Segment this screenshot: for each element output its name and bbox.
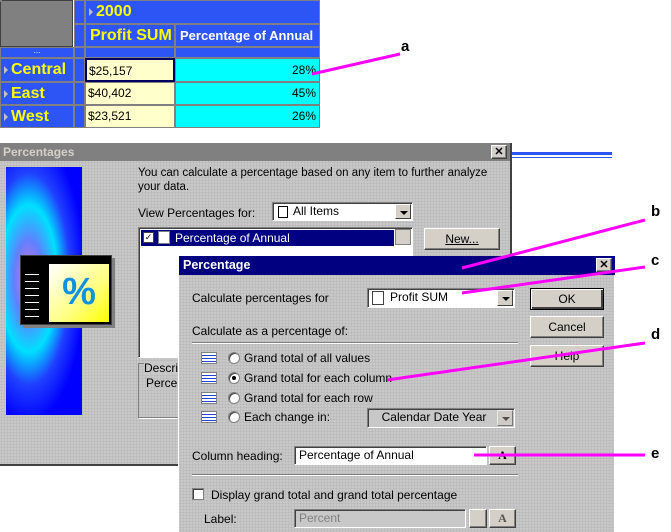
callout-line-c <box>461 265 646 295</box>
callout-e: e <box>651 445 660 462</box>
callout-d: d <box>651 326 661 343</box>
callout-line-b <box>461 218 646 270</box>
callout-line-a <box>311 52 401 76</box>
callout-c: c <box>651 252 660 269</box>
callout-b: b <box>651 203 661 220</box>
callout-line-d <box>386 341 646 382</box>
callout-lines <box>311 52 646 457</box>
